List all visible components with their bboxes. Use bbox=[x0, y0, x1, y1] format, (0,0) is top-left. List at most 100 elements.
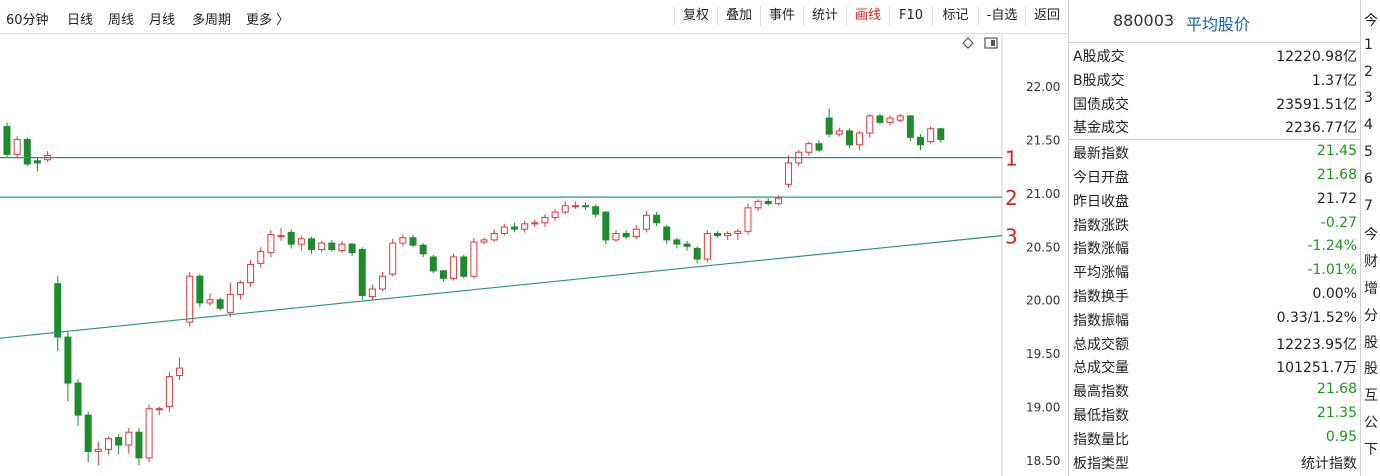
candle[interactable] bbox=[236, 280, 244, 300]
candle[interactable] bbox=[368, 284, 376, 300]
candle[interactable] bbox=[429, 254, 437, 273]
event-button[interactable]: 事件 bbox=[760, 6, 803, 26]
candle[interactable] bbox=[328, 239, 336, 252]
candle[interactable] bbox=[825, 108, 833, 138]
candle[interactable] bbox=[13, 136, 21, 159]
candle[interactable] bbox=[226, 282, 234, 317]
candle[interactable] bbox=[582, 202, 590, 210]
candle[interactable] bbox=[622, 230, 630, 239]
side-list-item[interactable]: 公 bbox=[1364, 412, 1378, 432]
candle[interactable] bbox=[338, 240, 346, 253]
candle[interactable] bbox=[105, 436, 112, 455]
candle[interactable] bbox=[308, 236, 315, 254]
side-list-item[interactable]: 今 bbox=[1364, 10, 1378, 30]
candle[interactable] bbox=[927, 126, 935, 144]
candle[interactable] bbox=[876, 113, 884, 125]
candle[interactable] bbox=[439, 269, 447, 282]
f10-button[interactable]: F10 bbox=[889, 6, 932, 26]
candle[interactable] bbox=[277, 228, 285, 241]
candle[interactable] bbox=[389, 238, 397, 277]
candle[interactable] bbox=[490, 229, 498, 243]
candle[interactable] bbox=[450, 253, 458, 281]
candle[interactable] bbox=[74, 378, 82, 426]
candle[interactable] bbox=[84, 411, 92, 463]
candle[interactable] bbox=[216, 297, 224, 311]
candle[interactable] bbox=[724, 231, 732, 240]
stats-button[interactable]: 统计 bbox=[803, 6, 846, 26]
candle[interactable] bbox=[896, 113, 904, 123]
period-day[interactable]: 日线 bbox=[67, 9, 93, 28]
period-week[interactable]: 周线 bbox=[108, 9, 134, 28]
candle[interactable] bbox=[521, 220, 529, 233]
diamond-icon[interactable] bbox=[962, 37, 974, 49]
candle[interactable] bbox=[561, 201, 569, 215]
period-month[interactable]: 月线 bbox=[149, 9, 175, 28]
candle[interactable] bbox=[145, 404, 153, 463]
side-list-item[interactable]: 财 bbox=[1364, 251, 1378, 271]
candle[interactable] bbox=[287, 229, 295, 249]
candle[interactable] bbox=[612, 230, 620, 243]
side-list-item[interactable]: 6 bbox=[1364, 171, 1373, 187]
candle[interactable] bbox=[500, 223, 508, 236]
draw-line-button[interactable]: 画线 bbox=[846, 6, 889, 26]
candle[interactable] bbox=[125, 427, 133, 454]
candle[interactable] bbox=[165, 372, 173, 412]
side-list-item[interactable]: 下 bbox=[1364, 439, 1378, 459]
candle[interactable] bbox=[785, 155, 793, 188]
candle[interactable] bbox=[44, 151, 52, 162]
side-list-item[interactable]: 股 bbox=[1364, 358, 1378, 378]
candle[interactable] bbox=[297, 235, 305, 251]
candle[interactable] bbox=[480, 237, 488, 245]
support-line-3[interactable] bbox=[0, 235, 1003, 339]
candle[interactable] bbox=[571, 201, 579, 209]
candle[interactable] bbox=[419, 243, 427, 257]
candle[interactable] bbox=[409, 234, 417, 248]
candle[interactable] bbox=[805, 141, 813, 156]
candle[interactable] bbox=[3, 122, 11, 158]
candle[interactable] bbox=[673, 237, 681, 249]
side-list-item[interactable]: 3 bbox=[1364, 90, 1373, 106]
side-list-item[interactable]: 增 bbox=[1364, 278, 1378, 298]
side-list-item[interactable]: 5 bbox=[1364, 144, 1373, 160]
candle[interactable] bbox=[267, 230, 275, 257]
candle[interactable] bbox=[257, 247, 265, 268]
candle[interactable] bbox=[683, 240, 691, 251]
candle[interactable] bbox=[734, 229, 742, 240]
period-more[interactable]: 更多 〉 bbox=[246, 9, 289, 28]
back-button[interactable]: 返回 bbox=[1025, 6, 1068, 26]
candle[interactable] bbox=[33, 157, 41, 172]
candle[interactable] bbox=[906, 114, 914, 142]
candle[interactable] bbox=[348, 243, 356, 256]
index-name[interactable]: 平均股价 bbox=[1186, 11, 1250, 35]
candle[interactable] bbox=[653, 212, 661, 226]
candle[interactable] bbox=[470, 237, 478, 279]
candle[interactable] bbox=[663, 224, 671, 245]
candle[interactable] bbox=[54, 276, 62, 352]
candle[interactable] bbox=[155, 406, 163, 416]
candle[interactable] bbox=[541, 214, 549, 228]
side-list-item[interactable]: 今 bbox=[1364, 224, 1378, 244]
remove-watchlist-button[interactable]: -自选 bbox=[978, 6, 1025, 26]
candle[interactable] bbox=[511, 222, 518, 233]
candle[interactable] bbox=[551, 208, 559, 221]
candle[interactable] bbox=[358, 247, 366, 300]
candle[interactable] bbox=[176, 357, 184, 380]
candle[interactable] bbox=[206, 293, 214, 307]
side-list-item[interactable]: 互 bbox=[1364, 385, 1378, 405]
candle[interactable] bbox=[845, 128, 853, 148]
candle[interactable] bbox=[866, 113, 874, 138]
candle[interactable] bbox=[856, 130, 864, 151]
candle[interactable] bbox=[886, 115, 894, 126]
candle[interactable] bbox=[744, 203, 752, 235]
kline-chart[interactable]: 22.00 21.50 21.00 20.50 20.00 19.50 19.00 18.50… bbox=[0, 34, 1068, 476]
side-list-item[interactable]: 股 bbox=[1364, 332, 1378, 352]
candle[interactable] bbox=[23, 137, 31, 167]
period-multi[interactable]: 多周期 bbox=[192, 9, 231, 28]
candle[interactable] bbox=[318, 240, 326, 253]
candle[interactable] bbox=[835, 127, 843, 137]
kline-svg[interactable]: 22.00 21.50 21.00 20.50 20.00 19.50 19.00 18.50… bbox=[0, 34, 1068, 476]
mark-button[interactable]: 标记 bbox=[932, 6, 978, 26]
period-60min[interactable]: 60分钟 bbox=[6, 9, 49, 28]
candle[interactable] bbox=[531, 219, 539, 228]
side-list-item[interactable]: 1 bbox=[1364, 37, 1373, 53]
